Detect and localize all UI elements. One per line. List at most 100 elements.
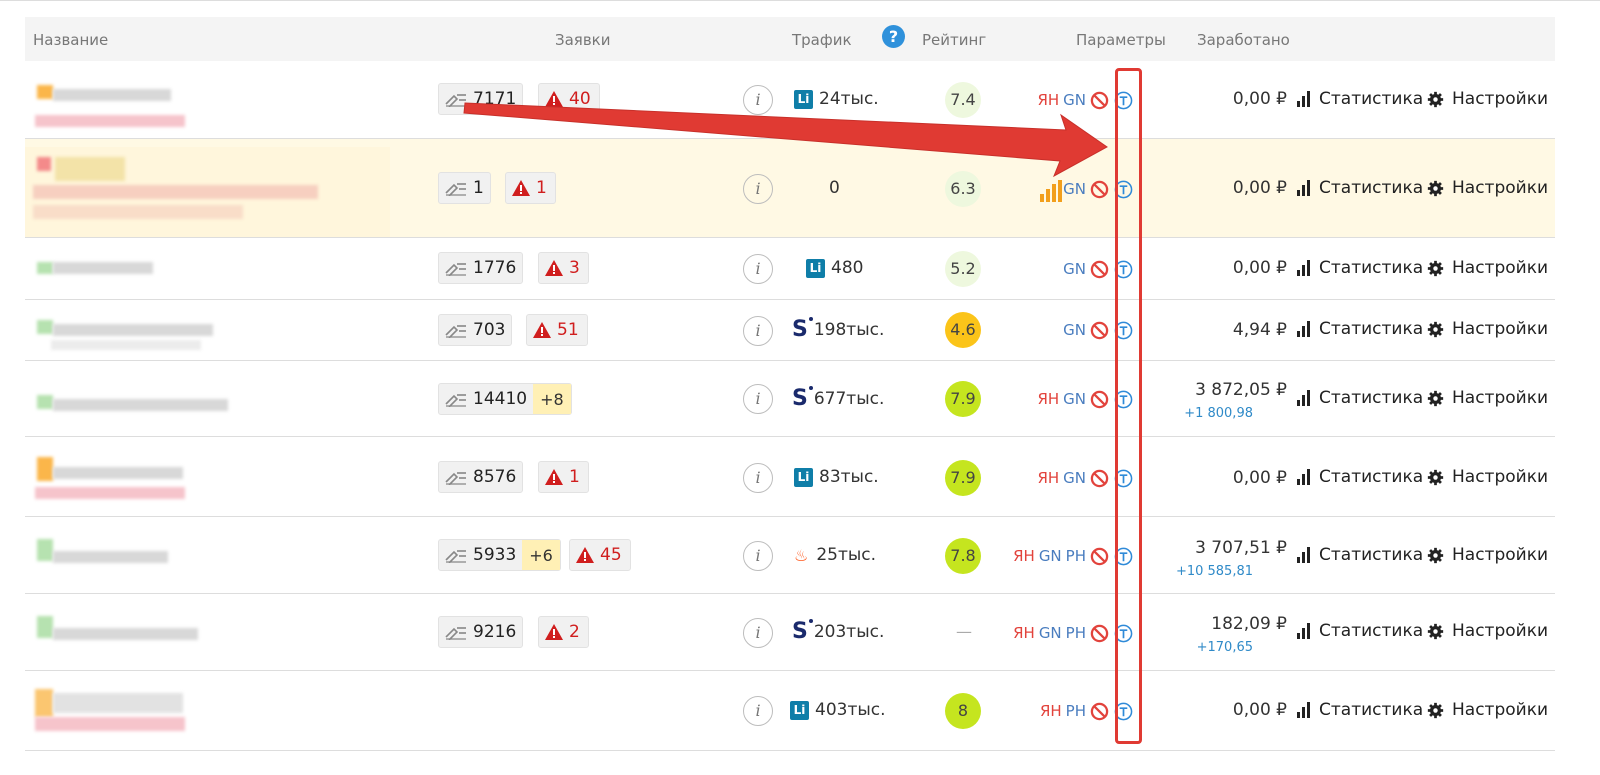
earned-delta: +10 585,81 [1175,564,1253,579]
info-button[interactable]: i [743,618,773,648]
col-requests[interactable]: Заявки [555,31,610,49]
ban-icon[interactable] [1090,260,1109,279]
warnings-badge[interactable]: 3 [538,252,589,284]
stats-link[interactable]: Статистика [1297,388,1423,408]
warnings-badge[interactable]: 51 [526,314,588,346]
stats-label: Статистика [1319,178,1424,198]
earned-amount: 0,00 ₽ [1232,178,1287,198]
warning-icon [545,260,563,276]
rating-circle: 4.6 [945,312,981,348]
requests-badge[interactable]: 5933 +6 [438,539,561,571]
ban-icon[interactable] [1090,91,1109,110]
t-circle-icon[interactable] [1114,91,1133,110]
earned-delta: +1 800,98 [1184,406,1253,421]
stats-link[interactable]: Статистика [1297,178,1423,198]
stats-link[interactable]: Статистика [1297,89,1423,109]
traffic-text: 403тыс. [815,700,886,720]
warnings-badge[interactable]: 45 [569,539,631,571]
ban-icon[interactable] [1090,390,1109,409]
settings-link[interactable]: Настройки [1427,700,1548,720]
earned-amount: 3 872,05 ₽ [1195,380,1287,400]
stats-link[interactable]: Статистика [1297,545,1423,565]
info-button[interactable]: i [743,85,773,115]
warnings-badge[interactable]: 1 [538,461,589,493]
stats-label: Статистика [1319,89,1424,109]
info-button[interactable]: i [743,696,773,726]
t-circle-icon[interactable] [1114,624,1133,643]
requests-badge[interactable]: 1776 [438,252,524,284]
liveinternet-icon: Li [794,89,813,109]
stats-link[interactable]: Статистика [1297,258,1423,278]
edit-list-icon [445,322,467,338]
col-traffic[interactable]: Трафик [792,31,852,49]
ban-icon[interactable] [1090,547,1109,566]
stats-link[interactable]: Статистика [1297,700,1423,720]
ban-icon[interactable] [1090,624,1109,643]
requests-badge[interactable]: 703 [438,314,513,346]
requests-badge[interactable]: 7171 [438,83,524,115]
settings-link[interactable]: Настройки [1427,545,1548,565]
requests-count: 14410 [473,389,528,409]
warnings-count: 45 [600,545,622,565]
ban-icon[interactable] [1090,702,1109,721]
ban-icon[interactable] [1090,321,1109,340]
info-button[interactable]: i [743,174,773,204]
stats-link[interactable]: Статистика [1297,621,1423,641]
settings-link[interactable]: Настройки [1427,319,1548,339]
settings-label: Настройки [1452,545,1549,565]
traffic-text: 0 [829,178,840,198]
traffic-value: Li 480 [806,258,863,278]
ban-icon[interactable] [1090,469,1109,488]
settings-link[interactable]: Настройки [1427,258,1548,278]
stats-link[interactable]: Статистика [1297,467,1423,487]
blurred-site-name [25,679,390,747]
settings-link[interactable]: Настройки [1427,89,1548,109]
edit-list-icon [445,624,467,640]
traffic-value: Li 403тыс. [790,700,886,720]
col-params[interactable]: Параметры [1076,31,1166,49]
top-divider [0,0,1600,1]
help-icon[interactable]: ? [882,25,905,48]
settings-link[interactable]: Настройки [1427,178,1548,198]
t-circle-icon[interactable] [1114,260,1133,279]
param-rh: PH [1065,624,1086,642]
traffic-text: 198тыс. [813,320,885,340]
t-circle-icon[interactable] [1114,180,1133,199]
requests-badge[interactable]: 14410 +8 [438,383,572,415]
requests-badge[interactable]: 1 [438,172,491,204]
info-button[interactable]: i [743,463,773,493]
param-gn: GN [1038,547,1062,565]
gear-icon [1427,702,1444,718]
t-circle-icon[interactable] [1114,469,1133,488]
requests-badge[interactable]: 8576 [438,461,524,493]
t-circle-icon[interactable] [1114,547,1133,566]
warning-icon [533,322,551,338]
info-button[interactable]: i [743,254,773,284]
gear-icon [1427,260,1444,276]
col-earned[interactable]: Заработано [1197,31,1290,49]
requests-badge[interactable]: 9216 [438,616,524,648]
warnings-count: 51 [557,320,579,340]
chart-bars-orange-icon [1040,180,1062,202]
t-circle-icon[interactable] [1114,321,1133,340]
warnings-badge[interactable]: 2 [538,616,589,648]
col-name[interactable]: Название [33,31,108,49]
warnings-badge[interactable]: 1 [505,172,556,204]
t-circle-icon[interactable] [1114,702,1133,721]
col-rating[interactable]: Рейтинг [922,31,986,49]
info-button[interactable]: i [743,384,773,414]
info-button[interactable]: i [743,541,773,571]
ban-icon[interactable] [1090,180,1109,199]
settings-link[interactable]: Настройки [1427,388,1548,408]
settings-link[interactable]: Настройки [1427,467,1548,487]
stats-link[interactable]: Статистика [1297,319,1423,339]
requests-count: 9216 [473,622,517,642]
info-button[interactable]: i [743,316,773,346]
t-circle-icon[interactable] [1114,390,1133,409]
warnings-badge[interactable]: 40 [538,83,600,115]
settings-link[interactable]: Настройки [1427,621,1548,641]
requests-count: 7171 [473,89,517,109]
earned-delta: +170,65 [1196,640,1253,655]
liveinternet-icon: Li [790,700,809,720]
param-rh: PH [1065,547,1086,565]
